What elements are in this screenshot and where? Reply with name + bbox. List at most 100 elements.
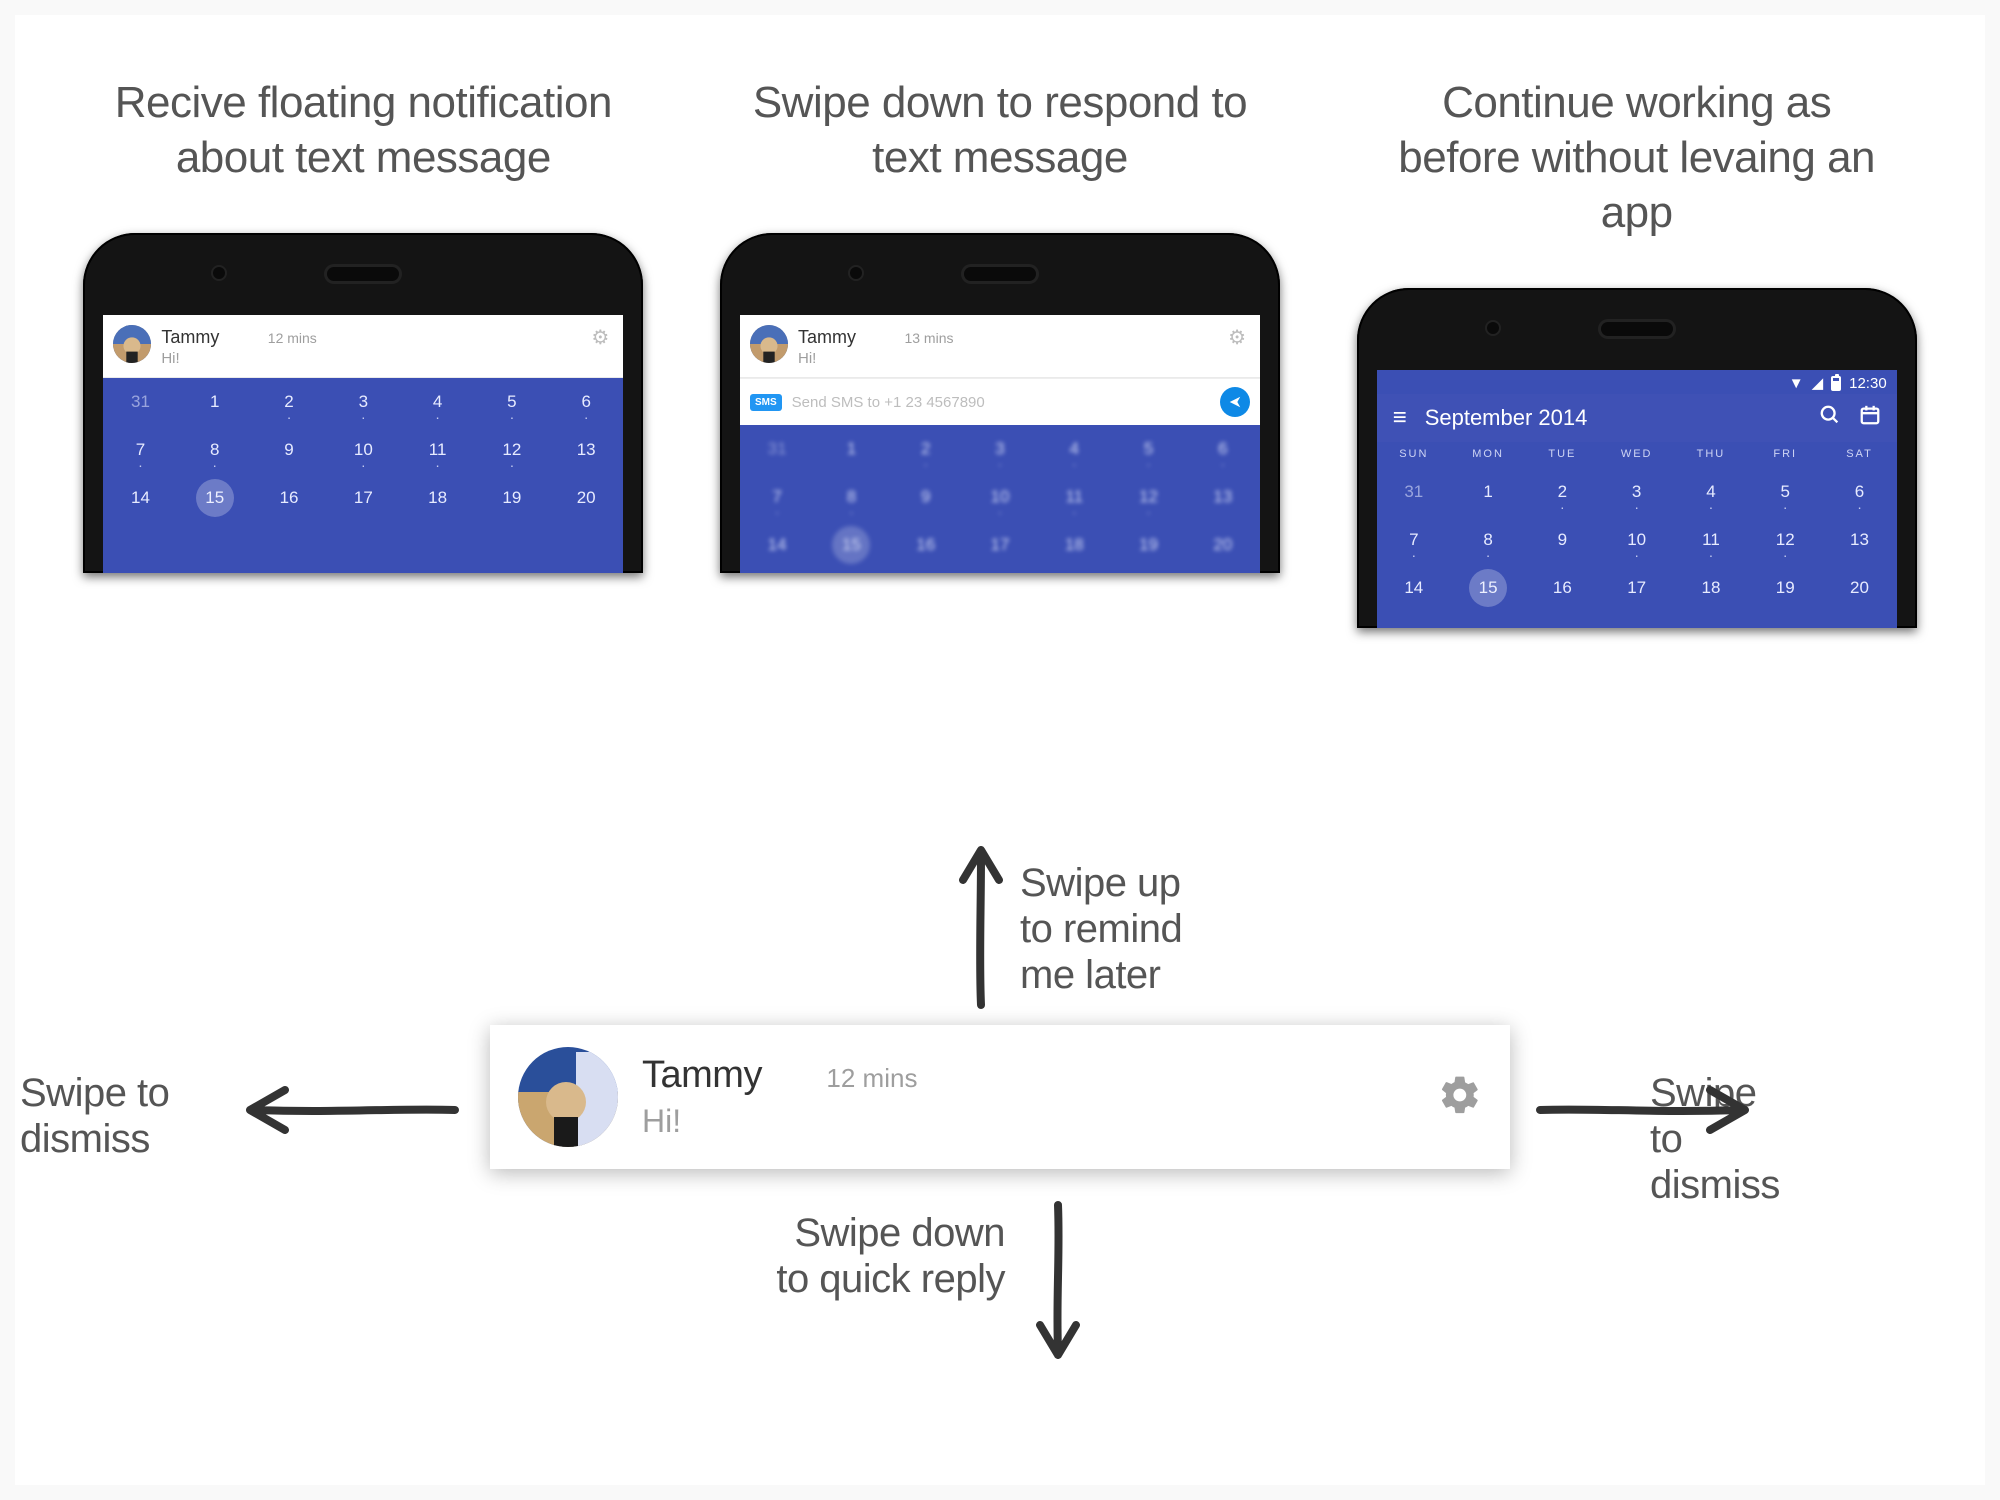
signal-icon: ◢	[1812, 374, 1824, 392]
calendar-day[interactable]: 31	[740, 425, 814, 473]
calendar-day[interactable]: 3	[1600, 468, 1674, 516]
calendar-day[interactable]: 16	[252, 474, 326, 522]
calendar-day[interactable]: 17	[326, 474, 400, 522]
calendar-day[interactable]: 1	[178, 378, 252, 426]
calendar-day[interactable]: 9	[889, 473, 963, 521]
calendar-day[interactable]: 16	[889, 521, 963, 569]
calendar-day[interactable]: 19	[1748, 564, 1822, 612]
calendar-day[interactable]: 14	[103, 474, 177, 522]
calendar-grid[interactable]: SUNMONTUEWEDTHUFRISAT3112345678910111213…	[1377, 442, 1897, 612]
calendar-day[interactable]: 8	[1451, 516, 1525, 564]
search-icon[interactable]	[1819, 404, 1841, 432]
dow-label: THU	[1674, 442, 1748, 468]
reply-input[interactable]: Send SMS to +1 23 4567890	[792, 394, 1210, 411]
calendar-day[interactable]: 12	[475, 426, 549, 474]
calendar-day[interactable]: 2	[1525, 468, 1599, 516]
calendar-day[interactable]: 6	[1822, 468, 1896, 516]
calendar-day[interactable]: 19	[1111, 521, 1185, 569]
calendar-day[interactable]: 6	[1186, 425, 1260, 473]
calendar-day[interactable]: 20	[1822, 564, 1896, 612]
caption-3: Continue working as before without levai…	[1377, 75, 1897, 240]
calendar-day[interactable]: 13	[549, 426, 623, 474]
calendar-day[interactable]: 20	[1186, 521, 1260, 569]
hint-swipe-up: Swipe upto remindme later	[1020, 860, 1182, 998]
calendar-day[interactable]: 18	[1037, 521, 1111, 569]
calendar-day[interactable]: 7	[740, 473, 814, 521]
calendar-day[interactable]: 5	[1748, 468, 1822, 516]
calendar-day[interactable]: 6	[549, 378, 623, 426]
calendar-day[interactable]: 9	[1525, 516, 1599, 564]
avatar	[518, 1047, 618, 1147]
hamburger-icon[interactable]: ≡	[1393, 404, 1407, 432]
dow-label: WED	[1600, 442, 1674, 468]
message-body: Hi!	[798, 350, 1218, 367]
calendar-day[interactable]: 11	[400, 426, 474, 474]
calendar-day[interactable]: 13	[1822, 516, 1896, 564]
gear-icon[interactable]: ⚙	[591, 325, 609, 350]
phone-mockup-2: Tammy 13 mins Hi! ⚙ SMS Send SMS to +1 2…	[720, 233, 1280, 573]
calendar-day[interactable]: 1	[814, 425, 888, 473]
floating-notification[interactable]: Tammy 12 mins Hi! ⚙	[103, 315, 623, 378]
calendar-day[interactable]: 16	[1525, 564, 1599, 612]
calendar-day[interactable]: 20	[549, 474, 623, 522]
month-label[interactable]: September 2014	[1425, 405, 1588, 431]
calendar-day[interactable]: 8	[178, 426, 252, 474]
notification-time: 12 mins	[268, 330, 317, 346]
caption-2: Swipe down to respond to text message	[740, 75, 1260, 185]
calendar-day[interactable]: 18	[400, 474, 474, 522]
sender-name: Tammy	[642, 1054, 762, 1096]
calendar-day[interactable]: 7	[1377, 516, 1451, 564]
calendar-day[interactable]: 15	[1451, 564, 1525, 612]
calendar-day[interactable]: 1	[1451, 468, 1525, 516]
message-body: Hi!	[642, 1103, 1414, 1140]
calendar-day[interactable]: 31	[103, 378, 177, 426]
calendar-day[interactable]: 12	[1748, 516, 1822, 564]
calendar-day[interactable]: 12	[1111, 473, 1185, 521]
avatar	[113, 325, 151, 363]
calendar-day[interactable]: 10	[1600, 516, 1674, 564]
calendar-day[interactable]: 5	[1111, 425, 1185, 473]
phone-mockup-3: ▼ ◢ 12:30 ≡ September 2014	[1357, 288, 1917, 628]
arrow-up-icon	[950, 840, 1012, 1010]
calendar-day[interactable]: 15	[178, 474, 252, 522]
calendar-day[interactable]: 14	[740, 521, 814, 569]
calendar-day[interactable]: 14	[1377, 564, 1451, 612]
caption-1: Recive floating notification about text …	[103, 75, 623, 185]
gear-icon[interactable]	[1438, 1073, 1482, 1122]
gear-icon[interactable]: ⚙	[1228, 325, 1246, 350]
calendar-day[interactable]: 3	[963, 425, 1037, 473]
dow-label: FRI	[1748, 442, 1822, 468]
calendar-day[interactable]: 11	[1674, 516, 1748, 564]
quick-reply-bar: SMS Send SMS to +1 23 4567890	[740, 378, 1260, 425]
calendar-day[interactable]: 4	[400, 378, 474, 426]
calendar-day[interactable]: 18	[1674, 564, 1748, 612]
send-button[interactable]	[1220, 387, 1250, 417]
calendar-day[interactable]: 10	[326, 426, 400, 474]
sms-badge: SMS	[750, 394, 782, 411]
calendar-day[interactable]: 10	[963, 473, 1037, 521]
calendar-header: ≡ September 2014	[1377, 394, 1897, 442]
notification-time: 12 mins	[826, 1063, 917, 1093]
floating-notification-large[interactable]: Tammy 12 mins Hi!	[490, 1025, 1510, 1169]
arrow-down-icon	[1028, 1200, 1088, 1360]
calendar-day[interactable]: 4	[1037, 425, 1111, 473]
calendar-day[interactable]: 2	[889, 425, 963, 473]
avatar	[750, 325, 788, 363]
calendar-day[interactable]: 2	[252, 378, 326, 426]
calendar-day[interactable]: 3	[326, 378, 400, 426]
calendar-day[interactable]: 7	[103, 426, 177, 474]
calendar-day[interactable]: 31	[1377, 468, 1451, 516]
calendar-day[interactable]: 15	[814, 521, 888, 569]
calendar-day[interactable]: 11	[1037, 473, 1111, 521]
calendar-day[interactable]: 5	[475, 378, 549, 426]
calendar-day[interactable]: 17	[1600, 564, 1674, 612]
calendar-day[interactable]: 9	[252, 426, 326, 474]
today-icon[interactable]	[1859, 404, 1881, 432]
floating-notification[interactable]: Tammy 13 mins Hi! ⚙	[740, 315, 1260, 378]
calendar-day[interactable]: 8	[814, 473, 888, 521]
calendar-day[interactable]: 17	[963, 521, 1037, 569]
calendar-day[interactable]: 19	[475, 474, 549, 522]
calendar-day[interactable]: 4	[1674, 468, 1748, 516]
calendar-day[interactable]: 13	[1186, 473, 1260, 521]
dow-label: SUN	[1377, 442, 1451, 468]
